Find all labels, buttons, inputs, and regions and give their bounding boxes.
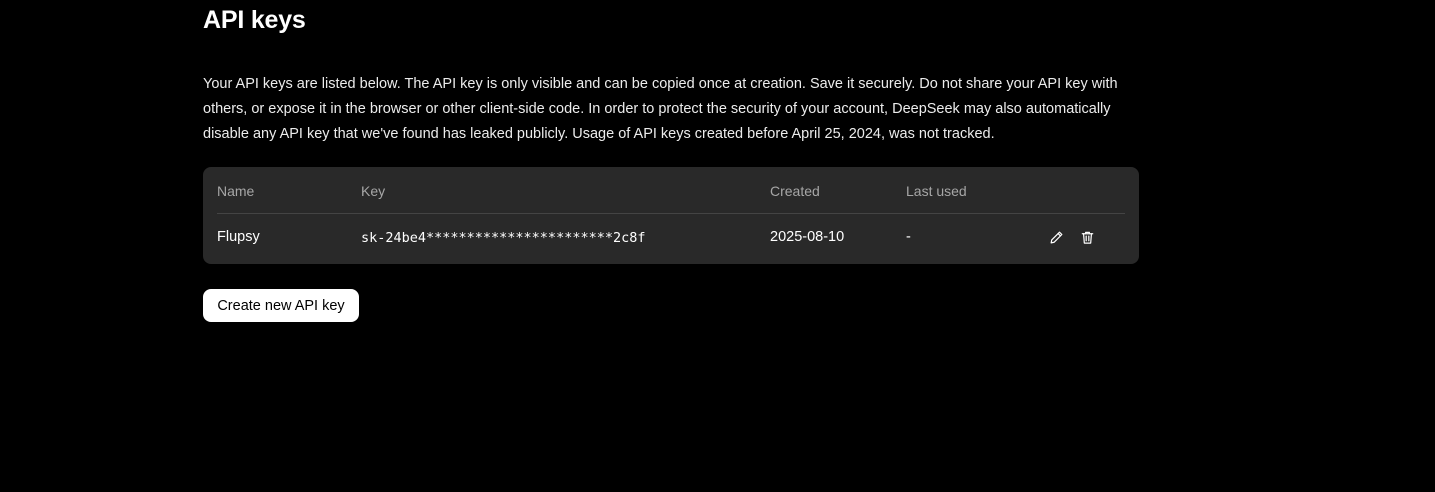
- page-title: API keys: [203, 6, 306, 34]
- create-api-key-button[interactable]: Create new API key: [203, 289, 359, 322]
- key-last-used: -: [906, 229, 911, 245]
- trash-icon: [1081, 231, 1094, 244]
- column-header-created: Created: [770, 183, 820, 199]
- pencil-icon: [1050, 231, 1063, 244]
- row-actions: [1048, 229, 1096, 246]
- table-header: Name Key Created Last used: [217, 167, 1125, 214]
- key-created-date: 2025-08-10: [770, 229, 845, 245]
- api-keys-table: Name Key Created Last used Flupsy sk-24b…: [203, 167, 1139, 264]
- key-value: sk-24be4***********************2c8f: [361, 230, 646, 246]
- edit-button[interactable]: [1048, 229, 1065, 246]
- page-description: Your API keys are listed below. The API …: [203, 76, 1118, 142]
- column-header-last-used: Last used: [906, 183, 967, 199]
- delete-button[interactable]: [1079, 229, 1096, 246]
- table-row: Flupsy sk-24be4***********************2c…: [217, 215, 1125, 264]
- column-header-name: Name: [217, 183, 255, 199]
- key-name: Flupsy: [217, 229, 260, 245]
- column-header-key: Key: [361, 183, 386, 199]
